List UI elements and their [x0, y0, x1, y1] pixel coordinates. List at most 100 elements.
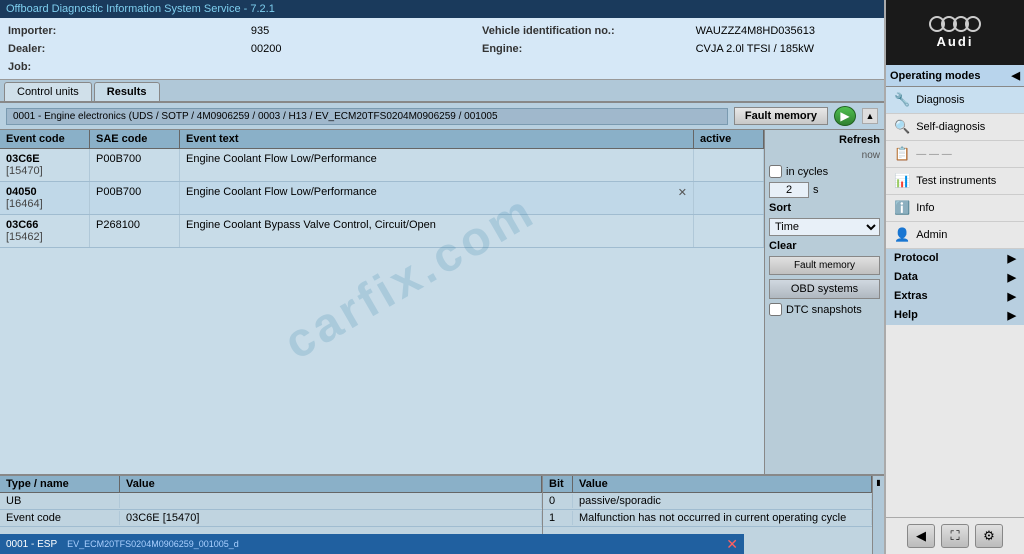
main-content: Control units Results 0001 - Engine elec… — [0, 80, 884, 554]
list-item: 1 Malfunction has not occurred in curren… — [543, 510, 872, 527]
bit-cell: 1 — [543, 511, 573, 525]
table-row[interactable]: 04050 [16464] P00B700 Engine Coolant Flo… — [0, 182, 764, 215]
value-header: Value — [120, 476, 542, 492]
fault-rows: 03C6E [15470] P00B700 Engine Coolant Flo… — [0, 149, 764, 474]
audi-rings — [929, 16, 981, 32]
table-row[interactable]: 03C6E [15470] P00B700 Engine Coolant Flo… — [0, 149, 764, 182]
col-active: active — [694, 130, 764, 148]
self-diagnosis-label: Self-diagnosis — [916, 121, 985, 133]
extras-section[interactable]: Extras ▶ — [886, 287, 1024, 306]
sae-code-cell: P00B700 — [90, 182, 180, 214]
extras-label: Extras — [894, 290, 928, 303]
dealer-value: 00200 — [251, 43, 466, 55]
dealer-label: Dealer: — [8, 43, 241, 55]
sae-code-cell: P268100 — [90, 215, 180, 247]
vin-label: Vehicle identification no.: — [482, 25, 686, 37]
table-row[interactable]: 03C66 [15462] P268100 Engine Coolant Byp… — [0, 215, 764, 248]
bit-header: Bit — [543, 476, 573, 492]
data-section[interactable]: Data ▶ — [886, 268, 1024, 287]
bit-value-header: Value — [573, 476, 872, 492]
cycles-input[interactable]: 2 — [769, 182, 809, 198]
diagnosis-label: Diagnosis — [916, 94, 964, 106]
importer-value: 935 — [251, 25, 466, 37]
type-name-header: Type / name — [0, 476, 120, 492]
statusbar: 0001 - ESP EV_ECM20TFS0204M0906259_00100… — [0, 534, 744, 554]
col-sae-code: SAE code — [90, 130, 180, 148]
event-text-cell: Engine Coolant Flow Low/Performance — [180, 149, 694, 181]
data-arrow: ▶ — [1008, 271, 1016, 284]
modes-arrow: ◀ — [1012, 69, 1020, 82]
protocol-arrow: ▶ — [1008, 252, 1016, 265]
test-instruments-icon: 📊 — [894, 173, 910, 189]
col-event-text: Event text — [180, 130, 694, 148]
engine-label: Engine: — [482, 43, 686, 55]
scroll-up-button[interactable]: ▲ — [862, 108, 878, 124]
nav-buttons: ◀ ⛶ ⚙ — [886, 517, 1024, 554]
in-cycles-label: in cycles — [786, 166, 828, 178]
active-cell — [694, 182, 764, 214]
help-section[interactable]: Help ▶ — [886, 306, 1024, 325]
sidebar-item-guided[interactable]: 📋 — — — — [886, 141, 1024, 168]
protocol-section[interactable]: Protocol ▶ — [886, 249, 1024, 268]
ring4 — [965, 16, 981, 32]
test-instruments-label: Test instruments — [916, 175, 996, 187]
right-panel: Refresh now in cycles 2 s Sort Time Code… — [764, 130, 884, 474]
sidebar-item-admin[interactable]: 👤 Admin — [886, 222, 1024, 249]
fault-table-header: Event code SAE code Event text active — [0, 130, 764, 149]
list-item: Event code 03C6E [15470] — [0, 510, 542, 527]
engine-value: CVJA 2.0l TFSI / 185kW — [696, 43, 886, 55]
in-cycles-row: in cycles — [769, 165, 880, 178]
fault-table: Event code SAE code Event text active 03… — [0, 130, 764, 474]
cycles-num-row: 2 s — [769, 182, 880, 198]
sidebar-item-diagnosis[interactable]: 🔧 Diagnosis — [886, 87, 1024, 114]
nav-fullscreen-button[interactable]: ⛶ — [941, 524, 969, 548]
topbar: Importer: 935 Dealer: 00200 Job: Vehicle… — [0, 18, 1024, 80]
cycles-unit: s — [813, 184, 819, 196]
obd-systems-button[interactable]: OBD systems — [769, 279, 880, 299]
list-item: 0 passive/sporadic — [543, 493, 872, 510]
value-cell — [120, 494, 542, 508]
extras-arrow: ▶ — [1008, 290, 1016, 303]
active-cell — [694, 215, 764, 247]
event-code-cell: 03C6E [15470] — [0, 149, 90, 181]
importer-label: Importer: — [8, 25, 241, 37]
ecu-navigate-button[interactable]: ▶ — [834, 106, 856, 126]
titlebar: Offboard Diagnostic Information System S… — [0, 0, 1024, 18]
operating-modes-header: Operating modes ◀ — [886, 65, 1024, 87]
data-label: Data — [894, 271, 918, 284]
protocol-label: Protocol — [894, 252, 939, 265]
in-cycles-checkbox[interactable] — [769, 165, 782, 178]
event-code-cell: 03C66 [15462] — [0, 215, 90, 247]
fault-area: Event code SAE code Event text active 03… — [0, 130, 884, 474]
dtc-snapshots-checkbox[interactable] — [769, 303, 782, 316]
active-cell — [694, 149, 764, 181]
dismiss-icon[interactable]: ✕ — [678, 186, 687, 199]
left-info: Importer: 935 Dealer: 00200 Job: — [0, 18, 474, 79]
value-cell: 03C6E [15470] — [120, 511, 542, 525]
sidebar-item-self-diagnosis[interactable]: 🔍 Self-diagnosis — [886, 114, 1024, 141]
clear-fault-memory-button[interactable]: Fault memory — [769, 256, 880, 275]
scroll-thumb[interactable]: ▮ — [876, 478, 880, 487]
sae-code-cell: P00B700 — [90, 149, 180, 181]
tab-control-units[interactable]: Control units — [4, 82, 92, 101]
nav-back-button[interactable]: ◀ — [907, 524, 935, 548]
diagnosis-icon: 🔧 — [894, 92, 910, 108]
tab-results[interactable]: Results — [94, 82, 160, 101]
admin-icon: 👤 — [894, 227, 910, 243]
event-code-cell: 04050 [16464] — [0, 182, 90, 214]
type-name-cell: Event code — [0, 511, 120, 525]
sort-select[interactable]: Time Code SAE — [769, 218, 880, 236]
bottom-scroll: ▮ — [872, 476, 884, 554]
type-name-cell: UB — [0, 494, 120, 508]
sidebar-item-test-instruments[interactable]: 📊 Test instruments — [886, 168, 1024, 195]
statusbar-close[interactable]: ✕ — [726, 536, 738, 553]
help-label: Help — [894, 309, 918, 322]
guided-label: — — — — [916, 149, 952, 160]
fault-memory-button[interactable]: Fault memory — [734, 107, 828, 125]
dtc-snapshots-row: DTC snapshots — [769, 303, 880, 316]
bottom-right-header: Bit Value — [543, 476, 872, 493]
sidebar-item-info[interactable]: ℹ️ Info — [886, 195, 1024, 222]
nav-settings-button[interactable]: ⚙ — [975, 524, 1003, 548]
ev-label: EV_ECM20TFS0204M0906259_001005_d — [67, 539, 716, 549]
bit-cell: 0 — [543, 494, 573, 508]
